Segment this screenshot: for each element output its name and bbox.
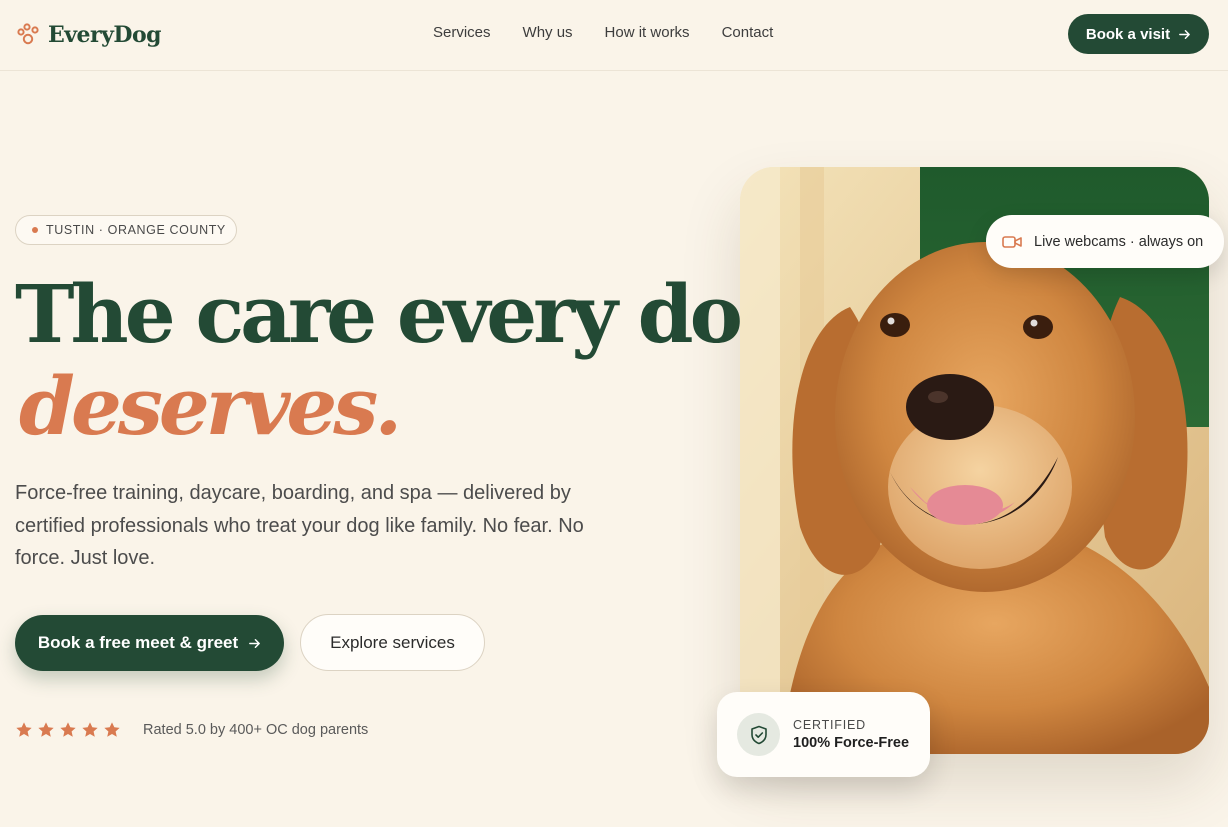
location-text: TUSTIN · ORANGE COUNTY xyxy=(46,223,226,237)
nav-links: Services Why us How it works Contact xyxy=(433,24,773,41)
brand-name: EveryDog xyxy=(48,22,162,48)
hero-headline: The care every dog deserves. xyxy=(15,267,795,453)
cert-label: CERTIFIED xyxy=(793,718,866,732)
star-icon xyxy=(38,722,54,737)
book-visit-label: Book a visit xyxy=(1085,25,1171,43)
brand-logo[interactable]: EveryDog xyxy=(15,20,162,50)
shield-check-icon xyxy=(750,725,767,744)
video-camera-icon xyxy=(1002,235,1022,248)
hero-subtext: Force-free training, daycare, boarding, … xyxy=(15,482,584,569)
book-meet-greet-button[interactable]: Book a free meet & greet xyxy=(15,615,284,671)
star-icon xyxy=(16,722,32,737)
explore-services-label: Explore services xyxy=(330,632,455,652)
cert-value: 100% Force-Free xyxy=(793,735,910,751)
headline-line-1: The care every dog xyxy=(15,267,795,361)
webcam-text: Live webcams · always on xyxy=(1034,233,1204,250)
shield-badge xyxy=(737,713,780,756)
arrow-right-icon xyxy=(1179,29,1190,39)
location-dot-icon xyxy=(32,227,38,233)
cert-text-block: CERTIFIED 100% Force-Free xyxy=(793,718,909,751)
star-rating xyxy=(15,721,121,739)
paw-logo-icon xyxy=(17,23,39,45)
nav-link-services[interactable]: Services xyxy=(433,24,491,41)
nav-link-how-it-works[interactable]: How it works xyxy=(605,24,690,41)
explore-services-button[interactable]: Explore services xyxy=(300,614,485,671)
rating-text: Rated 5.0 by 400+ OC dog parents xyxy=(143,722,369,738)
star-icon xyxy=(104,722,120,737)
arrow-right-icon xyxy=(249,638,261,648)
certified-card: CERTIFIED 100% Force-Free xyxy=(717,692,930,777)
nav-link-why-us[interactable]: Why us xyxy=(523,24,573,41)
top-navigation: EveryDog Services Why us How it works Co… xyxy=(0,0,1228,71)
rating-row: Rated 5.0 by 400+ OC dog parents xyxy=(15,720,368,740)
nav-link-contact[interactable]: Contact xyxy=(722,24,774,41)
location-badge: TUSTIN · ORANGE COUNTY xyxy=(15,215,237,245)
webcam-badge: Live webcams · always on xyxy=(986,215,1224,268)
book-meet-greet-label: Book a free meet & greet xyxy=(37,633,239,652)
star-icon xyxy=(60,722,76,737)
book-visit-button[interactable]: Book a visit xyxy=(1068,14,1209,54)
star-icon xyxy=(82,722,98,737)
headline-line-2: deserves. xyxy=(19,359,402,453)
